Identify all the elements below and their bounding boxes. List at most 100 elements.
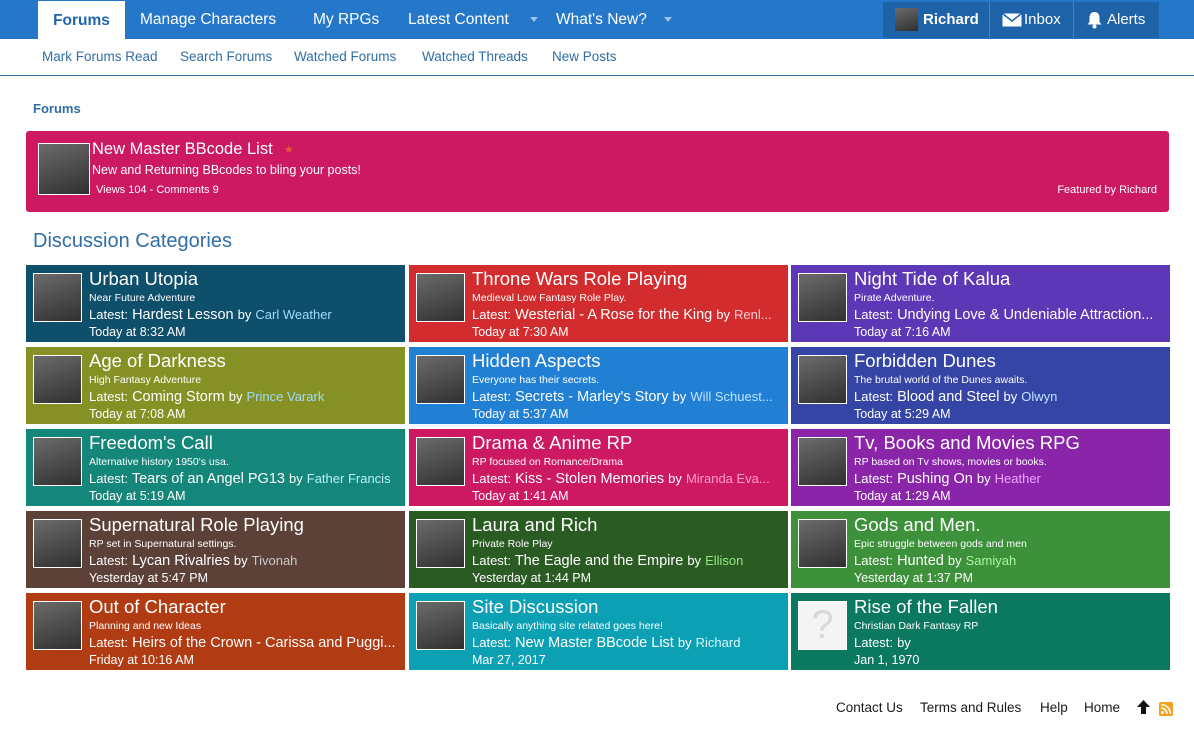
category-name[interactable]: Age of Darkness xyxy=(89,350,226,372)
terms-link[interactable]: Terms and Rules xyxy=(920,700,1021,715)
watched-forums-link[interactable]: Watched Forums xyxy=(294,39,396,74)
latest-thread-link[interactable]: Coming Storm xyxy=(132,389,225,405)
category-name[interactable]: Tv, Books and Movies RPG xyxy=(854,432,1080,454)
category-card[interactable]: Tv, Books and Movies RPG RP based on Tv s… xyxy=(791,429,1170,506)
category-card[interactable]: Out of Character Planning and new Ideas La… xyxy=(26,593,405,670)
tab-forums[interactable]: Forums xyxy=(38,1,125,39)
category-avatar[interactable] xyxy=(33,437,82,486)
category-card[interactable]: Site Discussion Basically anything site r… xyxy=(409,593,788,670)
featured-title[interactable]: New Master BBcode List xyxy=(92,140,273,159)
contact-us-link[interactable]: Contact Us xyxy=(836,700,903,715)
latest-user-link[interactable]: Carl Weather xyxy=(255,307,331,322)
latest-thread-link[interactable]: The Eagle and the Empire xyxy=(515,553,683,569)
tab-latest-content[interactable]: Latest Content xyxy=(408,0,509,39)
category-name[interactable]: Site Discussion xyxy=(472,596,598,618)
latest-user-link[interactable]: Tivonah xyxy=(252,553,298,568)
category-avatar[interactable] xyxy=(33,519,82,568)
category-name[interactable]: Night Tide of Kalua xyxy=(854,268,1010,290)
category-avatar[interactable] xyxy=(33,273,82,322)
latest-user-link[interactable]: Samiyah xyxy=(966,553,1017,568)
category-avatar[interactable] xyxy=(33,601,82,650)
latest-thread-link[interactable]: Undying Love & Undeniable Attraction... xyxy=(897,307,1153,323)
latest-user-link[interactable]: Father Francis xyxy=(307,471,391,486)
help-link[interactable]: Help xyxy=(1040,700,1068,715)
category-description: Alternative history 1950's usa. xyxy=(89,456,229,468)
category-name[interactable]: Out of Character xyxy=(89,596,226,618)
mark-forums-read-link[interactable]: Mark Forums Read xyxy=(42,39,158,74)
watched-threads-link[interactable]: Watched Threads xyxy=(422,39,528,74)
category-name[interactable]: Drama & Anime RP xyxy=(472,432,632,454)
category-name[interactable]: Rise of the Fallen xyxy=(854,596,998,618)
category-avatar[interactable] xyxy=(416,519,465,568)
latest-thread-link[interactable]: Blood and Steel xyxy=(897,389,999,405)
category-name[interactable]: Throne Wars Role Playing xyxy=(472,268,687,290)
category-name[interactable]: Laura and Rich xyxy=(472,514,597,536)
inbox-link[interactable]: Inbox xyxy=(1024,2,1061,38)
latest-thread-link[interactable]: Secrets - Marley's Story xyxy=(515,389,668,405)
latest-thread-link[interactable]: New Master BBcode List xyxy=(515,635,674,651)
latest-user-link[interactable]: Miranda Eva... xyxy=(686,471,770,486)
latest-thread-link[interactable]: Lycan Rivalries xyxy=(132,553,230,569)
rss-icon[interactable] xyxy=(1159,702,1173,716)
category-avatar[interactable] xyxy=(798,437,847,486)
search-forums-link[interactable]: Search Forums xyxy=(180,39,272,74)
category-card[interactable]: Supernatural Role Playing RP set in Super… xyxy=(26,511,405,588)
category-name[interactable]: Urban Utopia xyxy=(89,268,198,290)
tab-whats-new[interactable]: What's New? xyxy=(556,0,647,39)
category-card[interactable]: Night Tide of Kalua Pirate Adventure. Late… xyxy=(791,265,1170,342)
new-posts-link[interactable]: New Posts xyxy=(552,39,617,74)
tab-manage-characters[interactable]: Manage Characters xyxy=(140,0,276,39)
category-card[interactable]: Freedom's Call Alternative history 1950's… xyxy=(26,429,405,506)
category-card[interactable]: Laura and Rich Private Role Play Latest: T… xyxy=(409,511,788,588)
latest-thread-link[interactable]: Kiss - Stolen Memories xyxy=(515,471,664,487)
latest-user-link[interactable]: Renl... xyxy=(734,307,772,322)
question-mark-icon[interactable]: ? xyxy=(798,601,847,650)
latest-user-link[interactable]: Olwyn xyxy=(1021,389,1057,404)
category-card[interactable]: ? Rise of the Fallen Christian Dark Fantas… xyxy=(791,593,1170,670)
breadcrumb[interactable]: Forums xyxy=(33,101,81,116)
tab-my-rpgs[interactable]: My RPGs xyxy=(313,0,379,39)
chevron-down-icon[interactable] xyxy=(664,17,672,22)
category-avatar[interactable] xyxy=(798,519,847,568)
latest-thread-link[interactable]: Heirs of the Crown - Carissa and Puggi..… xyxy=(132,635,396,651)
arrow-up-icon[interactable] xyxy=(1137,700,1150,714)
latest-user-link[interactable]: Richard xyxy=(696,635,741,650)
latest-thread-link[interactable]: Westerial - A Rose for the King xyxy=(515,307,712,323)
category-avatar[interactable] xyxy=(416,601,465,650)
latest-user-link[interactable]: Will Schuest... xyxy=(690,389,772,404)
category-avatar[interactable] xyxy=(416,355,465,404)
category-card[interactable]: Urban Utopia Near Future Adventure Latest:… xyxy=(26,265,405,342)
category-card[interactable]: Drama & Anime RP RP focused on Romance/Dr… xyxy=(409,429,788,506)
chevron-down-icon[interactable] xyxy=(530,17,538,22)
latest-thread-link[interactable]: Hunted xyxy=(897,553,944,569)
category-card[interactable]: Hidden Aspects Everyone has their secrets… xyxy=(409,347,788,424)
home-link[interactable]: Home xyxy=(1084,700,1120,715)
bell-icon[interactable] xyxy=(1086,11,1103,29)
category-name[interactable]: Freedom's Call xyxy=(89,432,213,454)
category-name[interactable]: Supernatural Role Playing xyxy=(89,514,304,536)
category-name[interactable]: Gods and Men. xyxy=(854,514,981,536)
featured-description: New and Returning BBcodes to bling your … xyxy=(92,163,361,177)
latest-thread-link[interactable]: Tears of an Angel PG13 xyxy=(132,471,285,487)
category-avatar[interactable] xyxy=(798,273,847,322)
category-avatar[interactable] xyxy=(798,355,847,404)
category-avatar[interactable] xyxy=(416,273,465,322)
category-avatar[interactable] xyxy=(416,437,465,486)
latest-user-link[interactable]: Heather xyxy=(995,471,1041,486)
username-link[interactable]: Richard xyxy=(923,2,979,38)
latest-user-link[interactable]: Prince Varark xyxy=(247,389,325,404)
avatar[interactable] xyxy=(895,8,918,31)
category-name[interactable]: Hidden Aspects xyxy=(472,350,601,372)
featured-thread[interactable]: New Master BBcode List ★ New and Returni… xyxy=(26,131,1169,212)
category-card[interactable]: Throne Wars Role Playing Medieval Low Fan… xyxy=(409,265,788,342)
envelope-icon[interactable] xyxy=(1002,13,1022,27)
category-card[interactable]: Forbidden Dunes The brutal world of the D… xyxy=(791,347,1170,424)
latest-thread-link[interactable]: Pushing On xyxy=(897,471,973,487)
latest-thread-link[interactable]: Hardest Lesson xyxy=(132,307,234,323)
category-avatar[interactable] xyxy=(33,355,82,404)
alerts-link[interactable]: Alerts xyxy=(1107,2,1145,38)
category-name[interactable]: Forbidden Dunes xyxy=(854,350,996,372)
category-card[interactable]: Age of Darkness High Fantasy Adventure Lat… xyxy=(26,347,405,424)
category-card[interactable]: Gods and Men. Epic struggle between gods … xyxy=(791,511,1170,588)
latest-user-link[interactable]: Ellison xyxy=(705,553,743,568)
